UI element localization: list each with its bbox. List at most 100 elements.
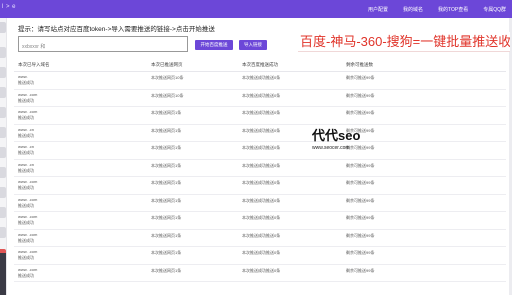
domain-url[interactable]: www. .cn bbox=[18, 144, 151, 149]
table-row: www. .com 推送成功 本次推送网页10条 本次推送成功推送0条 剩余可推送99条 bbox=[14, 90, 506, 107]
remaining-cell: 剩余可推送99条 bbox=[346, 215, 375, 220]
top-nav-bar: l > e 用户配置 我的域名 我的TOP查看 专属QQ群 bbox=[0, 0, 512, 18]
watermark-url: www.seocer.com bbox=[312, 145, 350, 151]
domain-url[interactable]: www. .com bbox=[18, 249, 151, 254]
domain-cell: www. .com 推送成功 bbox=[14, 247, 151, 264]
domain-url[interactable]: www. .com bbox=[18, 232, 151, 237]
pushed-pages-cell: 本次推送网页1条 bbox=[151, 215, 182, 220]
token-input[interactable] bbox=[18, 36, 188, 52]
domain-url[interactable]: www. .com bbox=[18, 179, 151, 184]
table-row: www. .com 推送成功 本次推送网页1条 本次推送成功推送0条 剩余可推送99条 bbox=[14, 107, 506, 125]
baidu-success-cell: 本次推送成功推送0条 bbox=[242, 75, 281, 80]
col-pushed-pages: 本次已推送网页 bbox=[151, 62, 183, 67]
sidebar-item[interactable] bbox=[0, 47, 6, 58]
col-imported-domain: 本次已导入域名 bbox=[18, 62, 50, 67]
start-push-button[interactable]: 开始百度推送 bbox=[195, 40, 233, 50]
remaining-cell: 剩余可推送99条 bbox=[346, 162, 375, 168]
pushed-pages-cell: 本次推送网页10条 bbox=[151, 92, 184, 98]
pushed-pages-cell: 本次推送网页1条 bbox=[151, 267, 182, 273]
domain-cell: www. .com 推送成功 bbox=[14, 177, 151, 194]
baidu-success-cell: 本次推送成功推送0条 bbox=[242, 232, 281, 238]
remaining-cell: 剩余可推送99条 bbox=[346, 197, 375, 203]
baidu-success-cell: 本次推送成功推送0条 bbox=[242, 215, 281, 220]
domain-cell: www. .com 推送成功 bbox=[14, 212, 151, 229]
remaining-cell: 剩余可推送99条 bbox=[346, 250, 375, 255]
domain-cell: www. .com 推送成功 bbox=[14, 265, 151, 282]
promo-banner: 百度-神马-360-搜狗=一键批量推送收录 bbox=[298, 32, 510, 52]
table-header: 本次已导入域名 本次已推送网页 本次百度推送成功 剩余可推送数 bbox=[14, 58, 506, 72]
push-status: 推送成功 bbox=[18, 150, 34, 155]
pushed-pages-cell: 本次推送网页1条 bbox=[151, 145, 182, 150]
push-status: 推送成功 bbox=[18, 185, 34, 190]
app-brand: l > e bbox=[2, 4, 17, 10]
pushed-pages-cell: 本次推送网页1条 bbox=[151, 127, 182, 133]
import-links-button[interactable]: 导入链接 bbox=[239, 40, 267, 50]
table-row: www. .com 推送成功 本次推送网页1条 本次推送成功推送0条 剩余可推送99条 bbox=[14, 195, 506, 212]
table-row: www. .com 推送成功 本次推送网页1条 本次推送成功推送0条 剩余可推送99条 bbox=[14, 230, 506, 247]
nav-user-config[interactable]: 用户配置 bbox=[368, 6, 388, 13]
baidu-success-cell: 本次推送成功推送0条 bbox=[242, 250, 281, 255]
push-status: 推送成功 bbox=[18, 115, 34, 120]
domain-url[interactable]: www. .com bbox=[18, 109, 151, 114]
sidebar-item[interactable] bbox=[0, 22, 6, 33]
sidebar-footer bbox=[0, 253, 6, 295]
watermark-title: 代代seo bbox=[312, 128, 361, 143]
top-nav-links: 用户配置 我的域名 我的TOP查看 专属QQ群 bbox=[353, 0, 506, 18]
remaining-cell: 剩余可推送99条 bbox=[346, 267, 375, 273]
remaining-cell: 剩余可推送99条 bbox=[346, 92, 375, 98]
table-row: www. .cn 推送成功 本次推送网页1条 本次推送成功推送0条 剩余可推送99条 bbox=[14, 125, 506, 142]
push-status: 推送成功 bbox=[18, 132, 34, 138]
pushed-pages-cell: 本次推送网页1条 bbox=[151, 197, 182, 203]
table-row: www. .cn 推送成功 本次推送网页1条 本次推送成功推送0条 剩余可推送99条 bbox=[14, 160, 506, 177]
push-results-table: 本次已导入域名 本次已推送网页 本次百度推送成功 剩余可推送数 www. 推送成功… bbox=[14, 58, 506, 282]
baidu-success-cell: 本次推送成功推送0条 bbox=[242, 162, 281, 168]
pushed-pages-cell: 本次推送网页10条 bbox=[151, 75, 184, 80]
col-baidu-success: 本次百度推送成功 bbox=[242, 62, 278, 67]
table-body: www. 推送成功 本次推送网页10条 本次推送成功推送0条 剩余可推送99条 www. … bbox=[14, 72, 506, 282]
domain-cell: www. .cn 推送成功 bbox=[14, 125, 151, 142]
domain-url[interactable]: www. bbox=[18, 74, 151, 79]
sidebar-item[interactable] bbox=[0, 127, 6, 138]
pushed-pages-cell: 本次推送网页1条 bbox=[151, 232, 182, 238]
domain-url[interactable]: www. .com bbox=[18, 267, 151, 272]
push-status: 推送成功 bbox=[18, 272, 34, 278]
domain-cell: www. .cn 推送成功 bbox=[14, 142, 151, 159]
remaining-cell: 剩余可推送99条 bbox=[346, 232, 375, 238]
domain-url[interactable]: www. .cn bbox=[18, 127, 151, 132]
domain-cell: www. .cn 推送成功 bbox=[14, 160, 151, 177]
pushed-pages-cell: 本次推送网页1条 bbox=[151, 180, 182, 185]
sidebar-item[interactable] bbox=[0, 167, 6, 178]
domain-url[interactable]: www. .com bbox=[18, 214, 151, 219]
domain-url[interactable]: www. .cn bbox=[18, 162, 151, 167]
baidu-success-cell: 本次推送成功推送0条 bbox=[242, 110, 281, 115]
sidebar-item[interactable] bbox=[0, 187, 6, 198]
domain-url[interactable]: www. .com bbox=[18, 92, 151, 97]
nav-qq-group[interactable]: 专属QQ群 bbox=[483, 6, 506, 13]
domain-url[interactable]: www. .com bbox=[18, 197, 151, 202]
push-status: 推送成功 bbox=[18, 255, 34, 260]
domain-cell: www. .com 推送成功 bbox=[14, 107, 151, 124]
table-row: www. .com 推送成功 本次推送网页1条 本次推送成功推送0条 剩余可推送99条 bbox=[14, 265, 506, 282]
sidebar-item[interactable] bbox=[0, 107, 6, 118]
pushed-pages-cell: 本次推送网页1条 bbox=[151, 110, 182, 115]
baidu-success-cell: 本次推送成功推送0条 bbox=[242, 92, 281, 98]
table-row: www. .com 推送成功 本次推送网页1条 本次推送成功推送0条 剩余可推送99条 bbox=[14, 177, 506, 195]
baidu-success-cell: 本次推送成功推送0条 bbox=[242, 267, 281, 273]
sidebar-item[interactable] bbox=[0, 227, 6, 238]
push-status: 推送成功 bbox=[18, 167, 34, 173]
domain-cell: www. 推送成功 bbox=[14, 72, 151, 89]
sidebar-item[interactable] bbox=[0, 87, 6, 98]
sidebar-item[interactable] bbox=[0, 147, 6, 158]
push-status: 推送成功 bbox=[18, 220, 34, 225]
push-status: 推送成功 bbox=[18, 97, 34, 103]
table-row: www. .com 推送成功 本次推送网页1条 本次推送成功推送0条 剩余可推送99条 bbox=[14, 212, 506, 230]
push-status: 推送成功 bbox=[18, 202, 34, 208]
nav-my-top[interactable]: 我的TOP查看 bbox=[438, 6, 468, 13]
instruction-tip: 提示：请写站点对应百度token->导入需要推送的链接->点击开始推送 bbox=[18, 26, 215, 33]
sidebar-item[interactable] bbox=[0, 67, 6, 78]
col-remaining: 剩余可推送数 bbox=[346, 62, 373, 67]
remaining-cell: 剩余可推送99条 bbox=[346, 180, 375, 185]
nav-my-domains[interactable]: 我的域名 bbox=[403, 6, 423, 13]
pushed-pages-cell: 本次推送网页1条 bbox=[151, 250, 182, 255]
sidebar-item[interactable] bbox=[0, 207, 6, 218]
